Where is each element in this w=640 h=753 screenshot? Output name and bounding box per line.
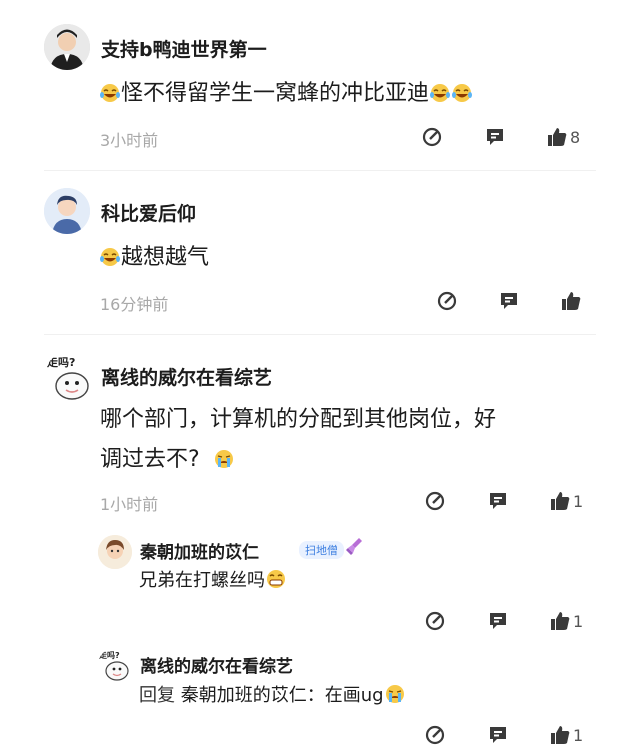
like-button[interactable]: 1 bbox=[549, 490, 583, 512]
comment-body: 怪不得留学生一窝蜂的冲比亚迪 bbox=[121, 81, 430, 106]
reply-button[interactable] bbox=[484, 126, 506, 148]
edit-icon bbox=[422, 127, 442, 147]
avatar[interactable] bbox=[44, 188, 90, 234]
user-badge: 扫地僧 bbox=[299, 541, 344, 559]
divider bbox=[44, 334, 596, 335]
message-icon bbox=[490, 493, 506, 509]
message-icon bbox=[490, 613, 506, 629]
reply-button[interactable] bbox=[487, 724, 509, 746]
thumbs-up-icon bbox=[551, 726, 570, 744]
edit-icon bbox=[437, 291, 457, 311]
edit-button[interactable] bbox=[424, 490, 446, 512]
username[interactable]: 科比爱后仰 bbox=[101, 199, 196, 226]
avatar[interactable] bbox=[98, 535, 132, 569]
crying-emoji-icon bbox=[384, 684, 406, 704]
broom-icon bbox=[345, 536, 365, 560]
comment-line-2: 调过去不? bbox=[100, 447, 200, 472]
edit-icon bbox=[425, 611, 445, 631]
reply-text: 兄弟在打螺丝吗 bbox=[139, 566, 287, 592]
edit-button[interactable] bbox=[436, 290, 458, 312]
comment-line-2-wrap: 调过去不? bbox=[100, 440, 600, 480]
reply-username[interactable]: 离线的威尔在看综艺 bbox=[140, 652, 293, 677]
reply-body: 兄弟在打螺丝吗 bbox=[139, 570, 265, 591]
edit-button[interactable] bbox=[421, 126, 443, 148]
username[interactable]: 支持b鸭迪世界第一 bbox=[101, 35, 267, 62]
thumbs-up-icon bbox=[548, 128, 567, 146]
like-button[interactable]: 1 bbox=[549, 724, 583, 746]
laughing-emoji-icon bbox=[429, 77, 451, 102]
reply-button[interactable] bbox=[498, 290, 520, 312]
thumbs-up-icon bbox=[551, 492, 570, 510]
avatar[interactable] bbox=[44, 24, 90, 70]
like-button[interactable] bbox=[560, 290, 582, 312]
like-button[interactable]: 1 bbox=[549, 610, 583, 632]
crying-emoji-icon bbox=[213, 443, 235, 468]
laughing-emoji-icon bbox=[451, 77, 473, 102]
thumbs-up-icon bbox=[562, 292, 581, 310]
edit-icon bbox=[425, 491, 445, 511]
comment-text: 哪个部门，计算机的分配到其他岗位，好 调过去不? bbox=[100, 400, 600, 480]
comment-text: 越想越气 bbox=[99, 238, 209, 278]
reply-prefix: 回复 bbox=[139, 685, 175, 706]
reply-target[interactable]: 秦朝加班的苡仁 bbox=[181, 685, 307, 706]
avatar-tag: 走吗? bbox=[46, 355, 75, 369]
timestamp: 16分钟前 bbox=[100, 295, 169, 314]
like-count: 1 bbox=[573, 491, 584, 511]
like-button[interactable]: 8 bbox=[546, 126, 580, 148]
reply-body: ：在画ug bbox=[306, 685, 384, 706]
like-count: 8 bbox=[570, 127, 581, 147]
like-count: 1 bbox=[573, 611, 584, 631]
edit-button[interactable] bbox=[424, 724, 446, 746]
comment-body: 越想越气 bbox=[121, 245, 210, 270]
edit-button[interactable] bbox=[424, 610, 446, 632]
message-icon bbox=[487, 129, 503, 145]
avatar-tag: 走吗? bbox=[98, 650, 120, 660]
message-icon bbox=[490, 727, 506, 743]
badge-label: 扫地僧 bbox=[305, 544, 338, 557]
divider bbox=[44, 170, 596, 171]
message-icon bbox=[501, 293, 517, 309]
laughing-emoji-icon bbox=[99, 241, 121, 266]
comment-line-1: 哪个部门，计算机的分配到其他岗位，好 bbox=[100, 407, 497, 432]
reply-button[interactable] bbox=[487, 490, 509, 512]
thumbs-up-icon bbox=[551, 612, 570, 630]
edit-icon bbox=[425, 725, 445, 745]
reply-text: 回复 秦朝加班的苡仁：在画ug bbox=[139, 681, 406, 707]
timestamp: 1小时前 bbox=[100, 495, 159, 514]
comment-text: 怪不得留学生一窝蜂的冲比亚迪 bbox=[99, 74, 473, 114]
like-count: 1 bbox=[573, 725, 584, 745]
laughing-emoji-icon bbox=[99, 77, 121, 102]
avatar[interactable]: 走吗? bbox=[44, 352, 94, 402]
timestamp: 3小时前 bbox=[100, 131, 159, 150]
grin-emoji-icon bbox=[265, 569, 287, 589]
username[interactable]: 离线的威尔在看综艺 bbox=[101, 363, 272, 390]
avatar[interactable]: 走吗? bbox=[98, 648, 132, 682]
reply-button[interactable] bbox=[487, 610, 509, 632]
reply-username[interactable]: 秦朝加班的苡仁 bbox=[140, 538, 259, 563]
